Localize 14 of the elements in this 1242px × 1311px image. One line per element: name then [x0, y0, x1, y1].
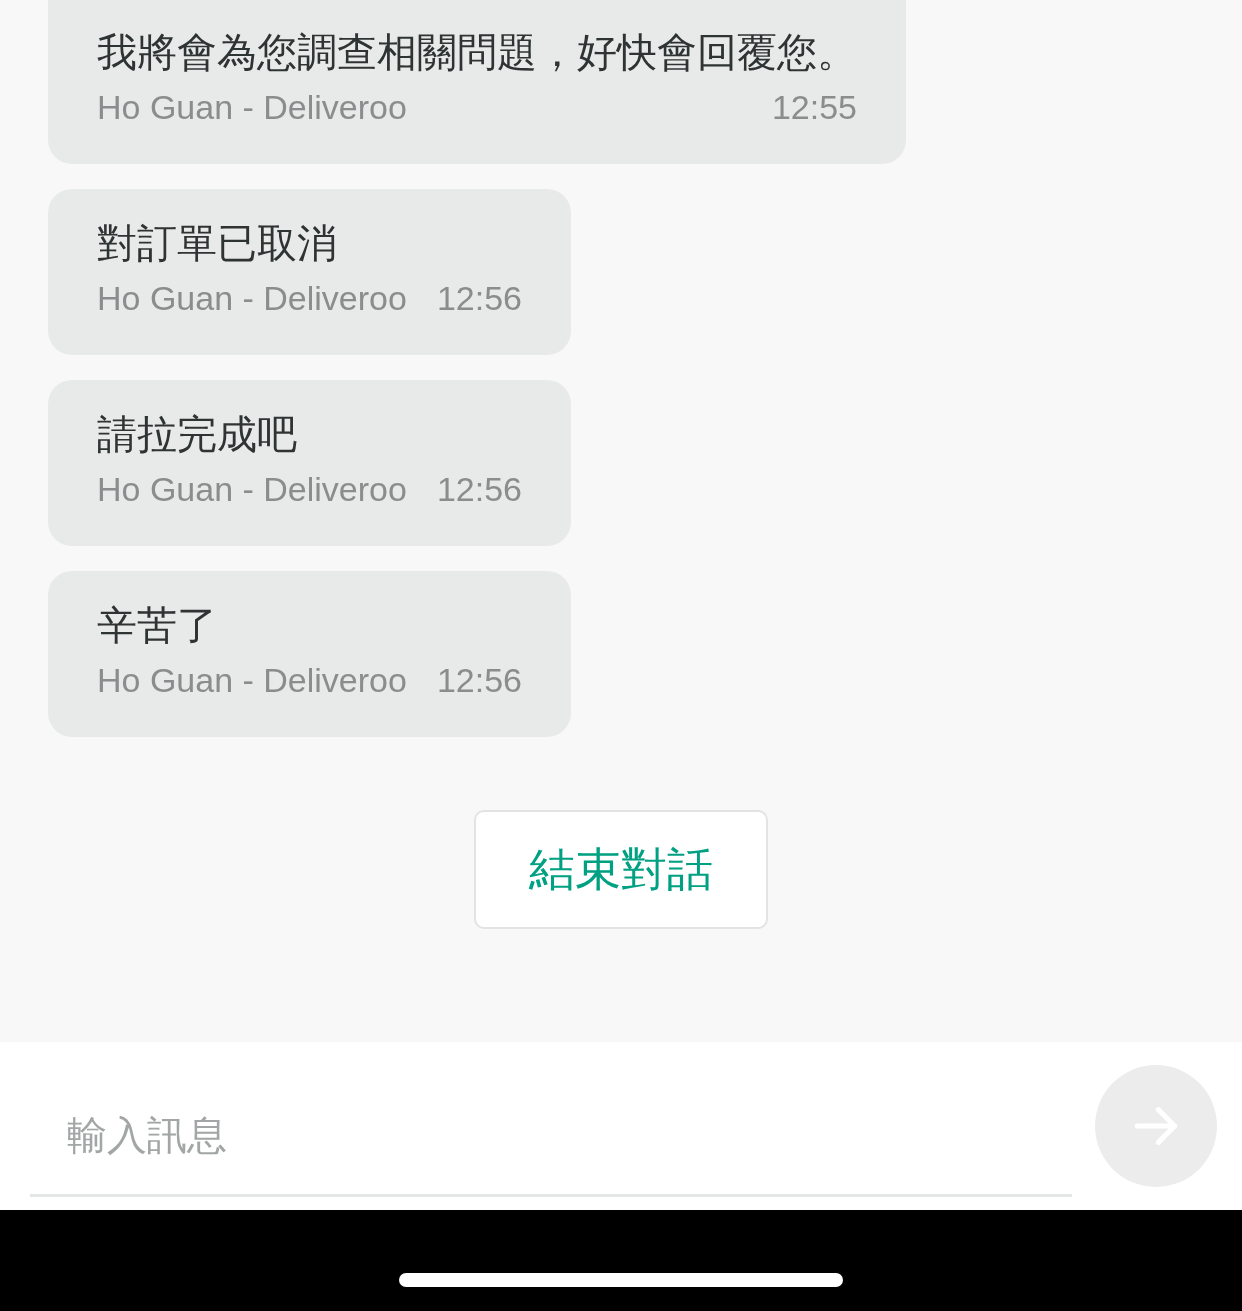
message-time: 12:55 — [771, 87, 857, 128]
end-chat-button[interactable]: 結束對話 — [474, 810, 768, 929]
message-text: 我將會為您調查相關問題，好快會回覆您。 — [97, 29, 857, 76]
message-time: 12:56 — [436, 469, 522, 510]
sender-name: Ho Guan - Deliveroo — [97, 278, 407, 319]
sender-name: Ho Guan - Deliveroo — [97, 87, 407, 128]
sender-name: Ho Guan - Deliveroo — [97, 660, 407, 701]
message-time: 12:56 — [436, 278, 522, 319]
message-text: 請拉完成吧 — [97, 411, 298, 458]
sender-name: Ho Guan - Deliveroo — [97, 469, 407, 510]
message-input[interactable]: 輸入訊息 — [30, 1077, 1072, 1197]
message-time: 12:56 — [436, 660, 522, 701]
message-text: 對訂單已取消 — [97, 220, 338, 267]
message-text: 辛苦了 — [97, 602, 218, 649]
